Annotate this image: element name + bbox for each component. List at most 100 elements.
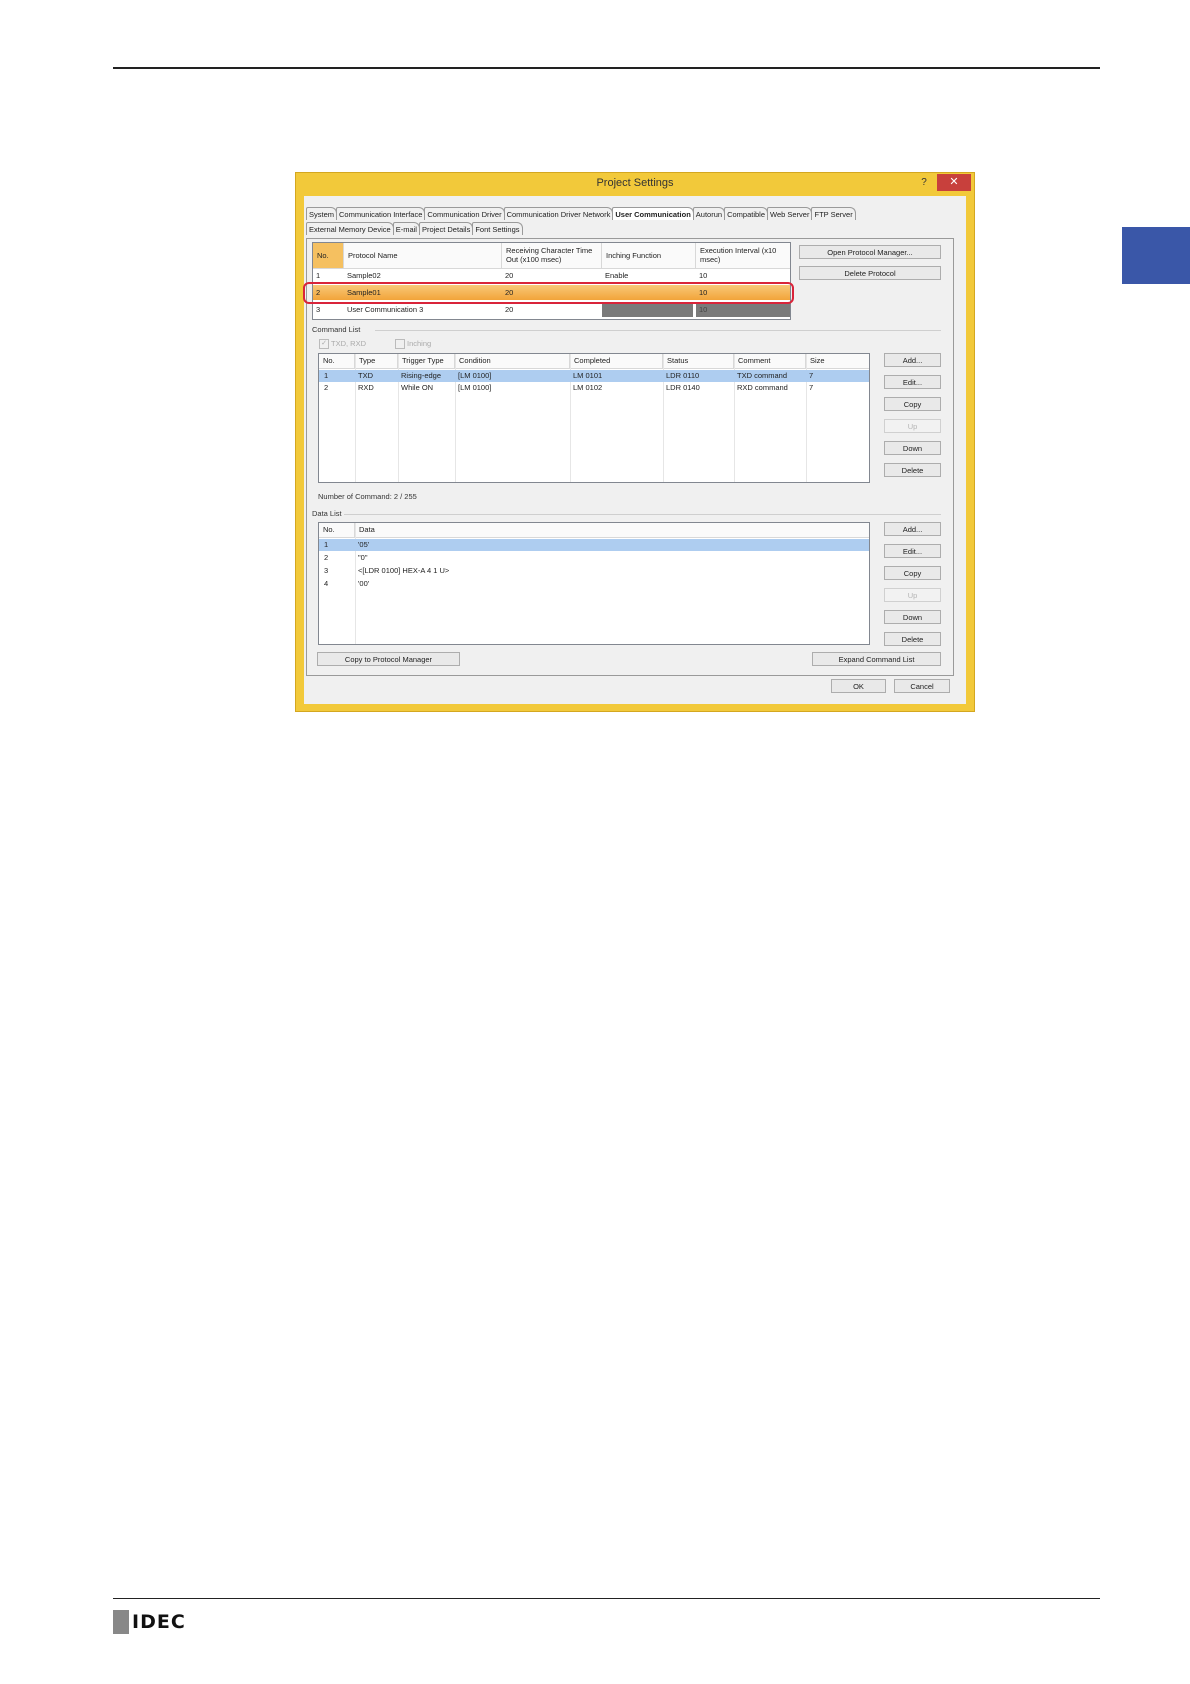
col-protocol-name: Protocol Name (344, 243, 502, 268)
command-delete-button[interactable]: Delete (884, 463, 941, 477)
command-count: Number of Command: 2 / 255 (318, 492, 417, 501)
cmd-trigger: Rising-edge (401, 371, 442, 380)
data-value: <[LDR 0100] HEX-A 4 1 U> (358, 566, 450, 575)
command-list-label: Command List (312, 325, 361, 334)
data-delete-button[interactable]: Delete (884, 632, 941, 646)
dialog-client: System Communication Interface Communica… (303, 196, 966, 704)
command-row[interactable]: 2 RXD While ON [LM 0100] LM 0102 LDR 014… (319, 382, 869, 394)
col-status: Status (663, 354, 734, 368)
ok-button[interactable]: OK (831, 679, 886, 693)
protocol-interval: 10 (699, 271, 708, 280)
tab-autorun[interactable]: Autorun (692, 207, 726, 220)
data-row-selected[interactable]: 1 '05' (319, 539, 869, 551)
data-row[interactable]: 4 '00' (319, 578, 869, 590)
inching-label: Inching (407, 339, 432, 348)
protocol-name: Sample02 (347, 271, 381, 280)
command-down-button[interactable]: Down (884, 441, 941, 455)
data-copy-button[interactable]: Copy (884, 566, 941, 580)
data-no: 4 (324, 579, 329, 588)
cmd-comment: RXD command (737, 383, 788, 392)
data-list-divider (344, 514, 941, 515)
protocol-timeout: 20 (505, 305, 514, 314)
tab-email[interactable]: E-mail (392, 222, 420, 235)
open-protocol-manager-button[interactable]: Open Protocol Manager... (799, 245, 941, 259)
inching-checkbox[interactable]: Inching (395, 339, 432, 350)
tab-font-settings[interactable]: Font Settings (472, 222, 523, 235)
data-value: '05' (358, 540, 370, 549)
check-icon: ✓ (319, 339, 329, 350)
protocol-row[interactable]: 3 User Communication 3 20 10 (313, 302, 790, 317)
header-rule (113, 67, 1100, 69)
protocol-inching: Enable (605, 271, 629, 280)
tab-ftp-server[interactable]: FTP Server (811, 207, 856, 220)
command-list-divider (375, 330, 941, 331)
command-up-button[interactable]: Up (884, 419, 941, 433)
data-grid: No. Data 1 '05' 2 "0" 3 <[LDR 0100] HEX-… (318, 522, 870, 645)
protocol-row[interactable]: 1 Sample02 20 Enable 10 (313, 269, 790, 282)
command-edit-button[interactable]: Edit... (884, 375, 941, 389)
tab-external-memory-device[interactable]: External Memory Device (306, 222, 394, 235)
command-copy-button[interactable]: Copy (884, 397, 941, 411)
data-grid-header: No. Data (319, 523, 869, 538)
title-bar: Project Settings ? ✕ (296, 173, 974, 195)
col-trigger-type: Trigger Type (398, 354, 455, 368)
checkbox-icon (395, 339, 405, 350)
protocol-name: User Communication 3 (347, 305, 424, 314)
tab-communication-driver-network[interactable]: Communication Driver Network (503, 207, 614, 220)
data-row[interactable]: 2 "0" (319, 552, 869, 564)
cancel-button[interactable]: Cancel (894, 679, 950, 693)
cmd-no: 2 (324, 383, 329, 392)
data-no: 2 (324, 553, 329, 562)
idec-logo: IDEC (113, 1610, 186, 1634)
data-no: 1 (324, 540, 329, 549)
chapter-tab (1122, 227, 1190, 284)
tab-compatible[interactable]: Compatible (724, 207, 769, 220)
tab-user-communication[interactable]: User Communication (612, 207, 694, 220)
user-communication-panel: No. Protocol Name Receiving Character Ti… (303, 238, 954, 676)
cmd-completed: LM 0102 (573, 383, 603, 392)
col-condition: Condition (455, 354, 570, 368)
protocol-grid: No. Protocol Name Receiving Character Ti… (312, 242, 791, 320)
cmd-condition: [LM 0100] (458, 371, 492, 380)
expand-command-list-button[interactable]: Expand Command List (812, 652, 941, 666)
data-list-label: Data List (312, 509, 342, 518)
data-row[interactable]: 3 <[LDR 0100] HEX-A 4 1 U> (319, 565, 869, 577)
selection-highlight (303, 282, 794, 304)
dialog-title: Project Settings (596, 177, 674, 189)
command-grid-header: No. Type Trigger Type Condition Complete… (319, 354, 869, 369)
command-row-selected[interactable]: 1 TXD Rising-edge [LM 0100] LM 0101 LDR … (319, 370, 869, 382)
cmd-status: LDR 0140 (666, 383, 700, 392)
cmd-comment: TXD command (737, 371, 788, 380)
protocol-grid-header: No. Protocol Name Receiving Character Ti… (313, 243, 790, 269)
col-no: No. (319, 354, 355, 368)
col-interval: Execution Interval (x10 msec) (700, 246, 777, 264)
tab-communication-driver[interactable]: Communication Driver (424, 207, 505, 220)
cmd-size: 7 (809, 371, 814, 380)
logo-mark (113, 1610, 129, 1634)
cmd-status: LDR 0110 (666, 371, 700, 380)
command-add-button[interactable]: Add... (884, 353, 941, 367)
data-no: 3 (324, 566, 329, 575)
data-edit-button[interactable]: Edit... (884, 544, 941, 558)
col-no: No. (313, 243, 344, 268)
tab-project-details[interactable]: Project Details (418, 222, 474, 235)
help-button[interactable]: ? (914, 175, 934, 191)
tab-communication-interface[interactable]: Communication Interface (336, 207, 426, 220)
txd-rxd-checkbox[interactable]: ✓ TXD, RXD (319, 339, 366, 350)
tab-web-server[interactable]: Web Server (767, 207, 813, 220)
cmd-condition: [LM 0100] (458, 383, 492, 392)
delete-protocol-button[interactable]: Delete Protocol (799, 266, 941, 280)
data-up-button[interactable]: Up (884, 588, 941, 602)
close-button[interactable]: ✕ (937, 174, 971, 191)
project-settings-dialog: Project Settings ? ✕ System Communicatio… (295, 172, 975, 712)
copy-to-protocol-manager-button[interactable]: Copy to Protocol Manager (317, 652, 460, 666)
col-data: Data (359, 525, 375, 534)
cmd-trigger: While ON (401, 383, 434, 392)
data-down-button[interactable]: Down (884, 610, 941, 624)
data-add-button[interactable]: Add... (884, 522, 941, 536)
tab-row-2: External Memory Device E-mail Project De… (306, 222, 523, 235)
cmd-type: TXD (358, 371, 373, 380)
protocol-timeout: 20 (505, 271, 514, 280)
tab-system[interactable]: System (306, 207, 338, 220)
data-value: "0" (358, 553, 368, 562)
